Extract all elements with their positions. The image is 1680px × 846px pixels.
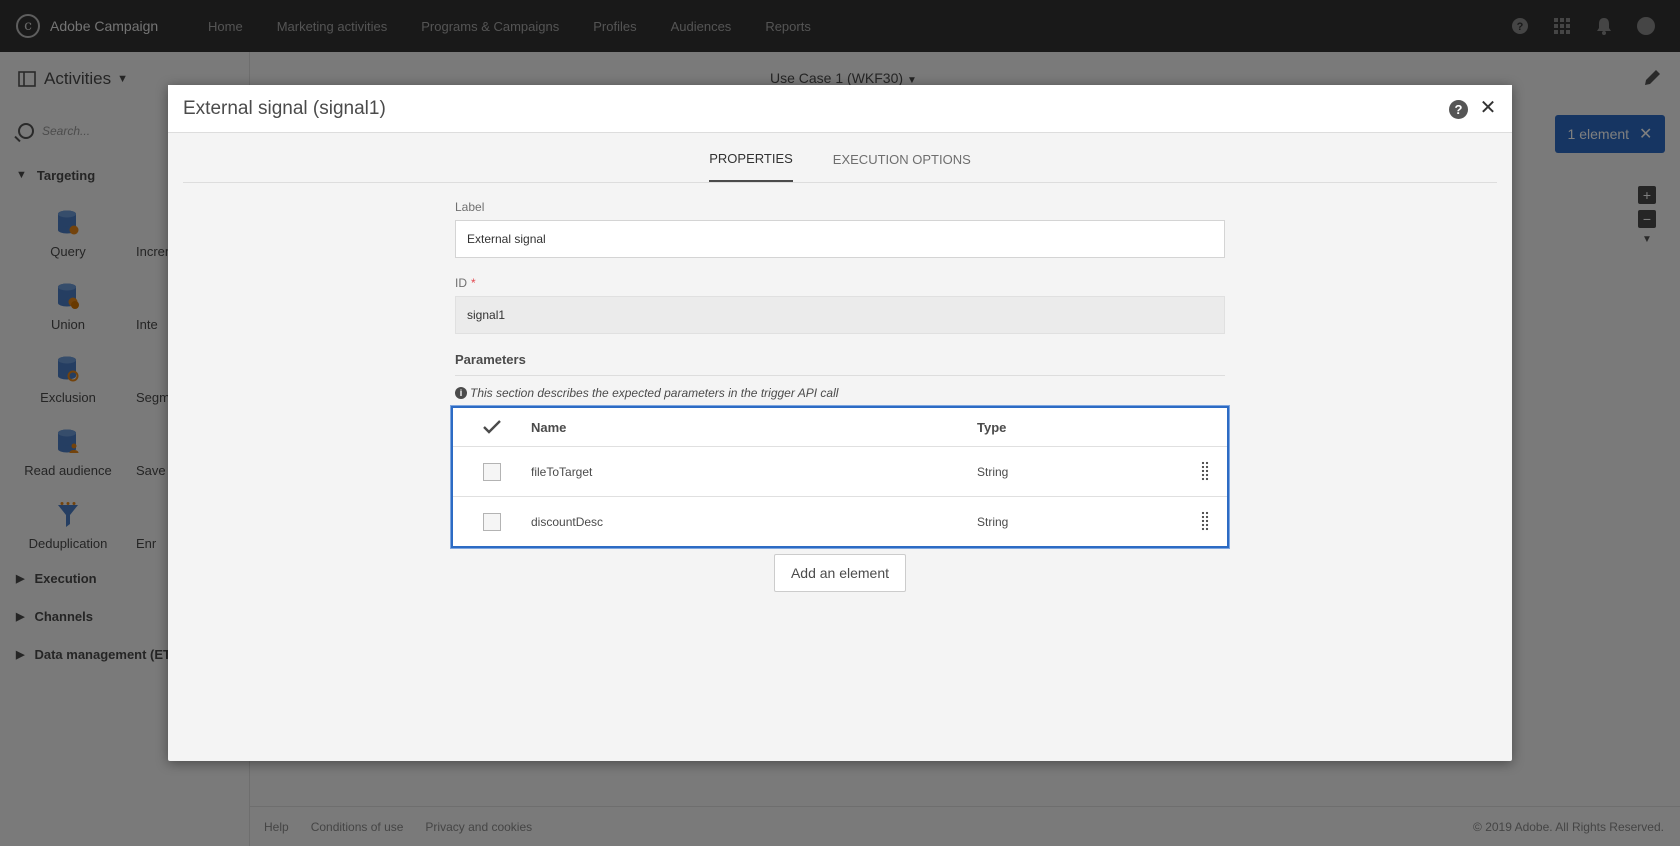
required-marker: * (471, 276, 476, 290)
select-all-checkmark-icon[interactable] (453, 420, 531, 434)
tab-execution-options[interactable]: EXECUTION OPTIONS (833, 133, 971, 182)
label-input[interactable]: External signal (455, 220, 1225, 258)
id-field-label: ID * (455, 276, 476, 290)
row-checkbox[interactable] (483, 512, 501, 531)
close-icon[interactable]: ✕ (1478, 97, 1498, 119)
parameters-heading: Parameters (455, 352, 1225, 376)
param-name: discountDesc (531, 514, 604, 529)
dialog-tabs: PROPERTIES EXECUTION OPTIONS (183, 133, 1497, 183)
dialog-title: External signal (signal1) (183, 97, 386, 119)
info-icon: i (455, 387, 467, 399)
table-row[interactable]: discountDesc String (453, 496, 1227, 546)
dialog-header: External signal (signal1) ? ✕ (168, 85, 1512, 133)
column-type[interactable]: Type (977, 420, 1227, 435)
parameters-info: i This section describes the expected pa… (455, 386, 1225, 400)
tab-properties[interactable]: PROPERTIES (709, 133, 793, 182)
table-header: Name Type (453, 408, 1227, 446)
info-text: This section describes the expected para… (470, 386, 839, 400)
table-row[interactable]: fileToTarget String (453, 446, 1227, 496)
help-icon[interactable]: ? (1449, 100, 1468, 119)
row-checkbox[interactable] (483, 462, 501, 481)
external-signal-dialog: External signal (signal1) ? ✕ PROPERTIES… (168, 85, 1512, 761)
drag-handle-icon[interactable] (1201, 461, 1209, 481)
param-type: String (977, 464, 1009, 479)
id-input[interactable]: signal1 (455, 296, 1225, 334)
parameters-table: Name Type fileToTarget String discountDe… (451, 406, 1229, 548)
param-type: String (977, 514, 1009, 529)
label-field-label: Label (455, 200, 485, 214)
param-name: fileToTarget (531, 464, 593, 479)
add-element-button[interactable]: Add an element (774, 554, 906, 592)
column-name[interactable]: Name (531, 420, 977, 435)
properties-form: Label External signal ID * signal1 Parame… (451, 200, 1229, 592)
drag-handle-icon[interactable] (1201, 511, 1209, 531)
